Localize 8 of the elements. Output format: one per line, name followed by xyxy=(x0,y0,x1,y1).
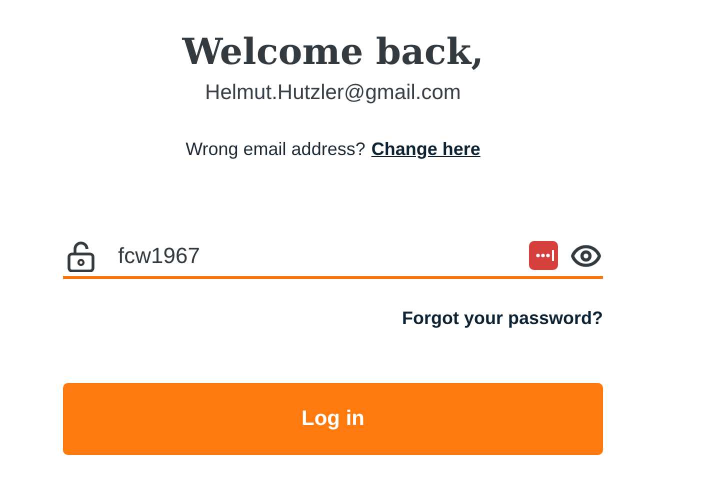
password-manager-icon[interactable] xyxy=(529,241,558,270)
heading: Welcome back, xyxy=(182,30,484,75)
wrong-email-text: Wrong email address? xyxy=(186,138,366,161)
change-email-link[interactable]: Change here xyxy=(371,136,480,162)
padlock-icon xyxy=(66,240,96,272)
password-field[interactable]: fcw1967 xyxy=(118,239,529,272)
email-address: Helmut.Hutzler@gmail.com xyxy=(205,80,461,106)
forgot-password-link[interactable]: Forgot your password? xyxy=(402,305,603,331)
